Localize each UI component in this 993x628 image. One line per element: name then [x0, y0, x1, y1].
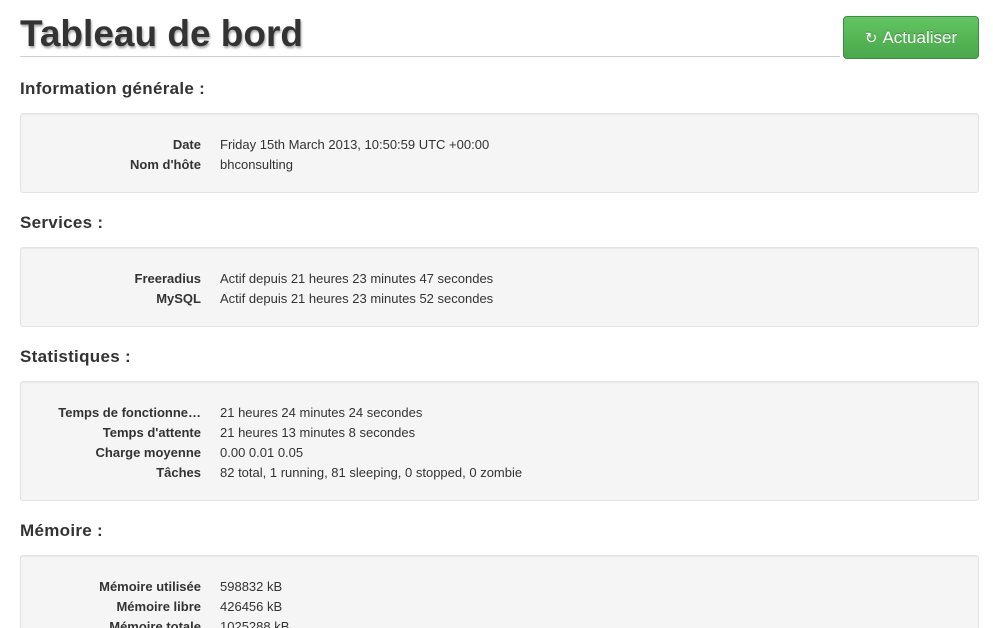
service-row-freeradius: Freeradius Actif depuis 21 heures 23 minu… — [21, 269, 978, 289]
row-label: Date — [172, 137, 201, 152]
memory-row-used: Mémoire utilisée 598832 kB — [21, 577, 978, 597]
refresh-button[interactable]: ↻ Actualiser — [843, 16, 979, 59]
row-value: bhconsulting — [220, 157, 293, 172]
row-label: Mémoire utilisée — [99, 579, 201, 594]
row-value: Friday 15th March 2013, 10:50:59 UTC +00… — [220, 137, 490, 152]
row-label: Charge moyenne — [95, 445, 201, 460]
refresh-icon: ↻ — [864, 30, 878, 47]
row-value: 21 heures 13 minutes 8 secondes — [220, 425, 416, 440]
memory-panel: Mémoire utilisée 598832 kB Mémoire libre 4… — [20, 555, 979, 628]
row-label: Mémoire totale — [109, 619, 201, 628]
row-label: Nom d'hôte — [130, 157, 201, 172]
row-value: 21 heures 24 minutes 24 secondes — [220, 405, 423, 420]
row-label: Temps de fonctionne… — [58, 405, 201, 420]
row-label: Temps d'attente — [102, 425, 201, 440]
row-value: 598832 kB — [220, 579, 283, 594]
refresh-button-label: Actualiser — [882, 28, 958, 47]
info-row-date: Date Friday 15th March 2013, 10:50:59 UTC… — [21, 135, 978, 155]
row-label: Freeradius — [134, 271, 201, 286]
row-value: 0.00 0.01 0.05 — [220, 445, 304, 460]
services-panel: Freeradius Actif depuis 21 heures 23 minu… — [20, 247, 979, 327]
row-value: 1025288 kB — [220, 619, 290, 628]
row-label: MySQL — [156, 291, 201, 306]
stat-row-load-average: Charge moyenne 0.00 0.01 0.05 — [21, 443, 978, 463]
dashboard-page: Tableau de bord ↻ Actualiser Information … — [0, 0, 993, 628]
info-row-hostname: Nom d'hôte bhconsulting — [21, 155, 978, 175]
row-label: Tâches — [156, 465, 201, 480]
section-title-general-info: Information générale : — [20, 79, 206, 98]
row-label: Mémoire libre — [116, 599, 201, 614]
row-value: 426456 kB — [220, 599, 283, 614]
section-title-services: Services : — [20, 213, 104, 232]
section-title-statistics: Statistiques : — [20, 347, 131, 366]
service-row-mysql: MySQL Actif depuis 21 heures 23 minutes 5… — [21, 289, 978, 309]
stat-row-idle-time: Temps d'attente 21 heures 13 minutes 8 se… — [21, 423, 978, 443]
row-value: 82 total, 1 running, 81 sleeping, 0 stop… — [220, 465, 523, 480]
general-info-panel: Date Friday 15th March 2013, 10:50:59 UTC… — [20, 113, 979, 193]
row-value: Actif depuis 21 heures 23 minutes 52 sec… — [220, 291, 494, 306]
stat-row-tasks: Tâches 82 total, 1 running, 81 sleeping, … — [21, 463, 978, 483]
section-title-memory: Mémoire : — [20, 521, 103, 540]
memory-row-total: Mémoire totale 1025288 kB — [21, 617, 978, 628]
page-title: Tableau de bord — [20, 13, 304, 54]
statistics-panel: Temps de fonctionne… 21 heures 24 minutes… — [20, 381, 979, 501]
page-header: Tableau de bord ↻ Actualiser — [20, 0, 979, 66]
memory-row-free: Mémoire libre 426456 kB — [21, 597, 978, 617]
title-divider — [20, 56, 840, 57]
row-value: Actif depuis 21 heures 23 minutes 47 sec… — [220, 271, 494, 286]
stat-row-uptime: Temps de fonctionne… 21 heures 24 minutes… — [21, 403, 978, 423]
